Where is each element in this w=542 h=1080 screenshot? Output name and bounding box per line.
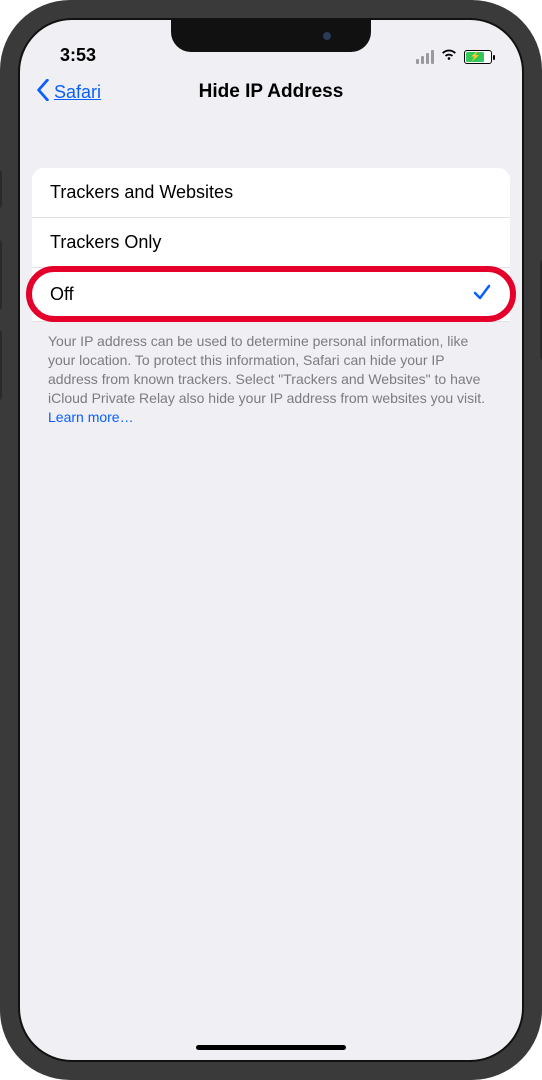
back-label: Safari <box>54 82 101 103</box>
chevron-left-icon <box>36 79 50 106</box>
side-button <box>0 170 2 208</box>
status-icons: ⚡ <box>416 47 492 66</box>
footer-text: Your IP address can be used to determine… <box>48 333 485 406</box>
wifi-icon <box>440 47 458 66</box>
options-list: Trackers and Websites Trackers Only Off <box>32 168 510 322</box>
screen: 3:53 ⚡ Safari Hide IP Address <box>18 18 524 1062</box>
home-indicator[interactable] <box>196 1045 346 1050</box>
option-off[interactable]: Off <box>32 268 510 322</box>
charging-bolt-icon: ⚡ <box>469 52 480 61</box>
option-label: Trackers and Websites <box>50 182 233 203</box>
notch <box>171 20 371 52</box>
back-button[interactable]: Safari <box>36 79 101 106</box>
option-label: Trackers Only <box>50 232 161 253</box>
navigation-bar: Safari Hide IP Address <box>20 68 522 116</box>
option-trackers-and-websites[interactable]: Trackers and Websites <box>32 168 510 218</box>
checkmark-icon <box>472 282 492 307</box>
cellular-icon <box>416 50 434 64</box>
option-label: Off <box>50 284 74 305</box>
learn-more-link[interactable]: Learn more… <box>48 409 134 425</box>
camera-dot-icon <box>323 32 331 40</box>
option-trackers-only[interactable]: Trackers Only <box>32 218 510 268</box>
side-button <box>0 240 2 310</box>
phone-frame: 3:53 ⚡ Safari Hide IP Address <box>0 0 542 1080</box>
battery-icon: ⚡ <box>464 50 492 64</box>
footer-description: Your IP address can be used to determine… <box>32 322 510 426</box>
content: Trackers and Websites Trackers Only Off … <box>20 116 522 426</box>
status-time: 3:53 <box>60 45 96 66</box>
side-button <box>0 330 2 400</box>
